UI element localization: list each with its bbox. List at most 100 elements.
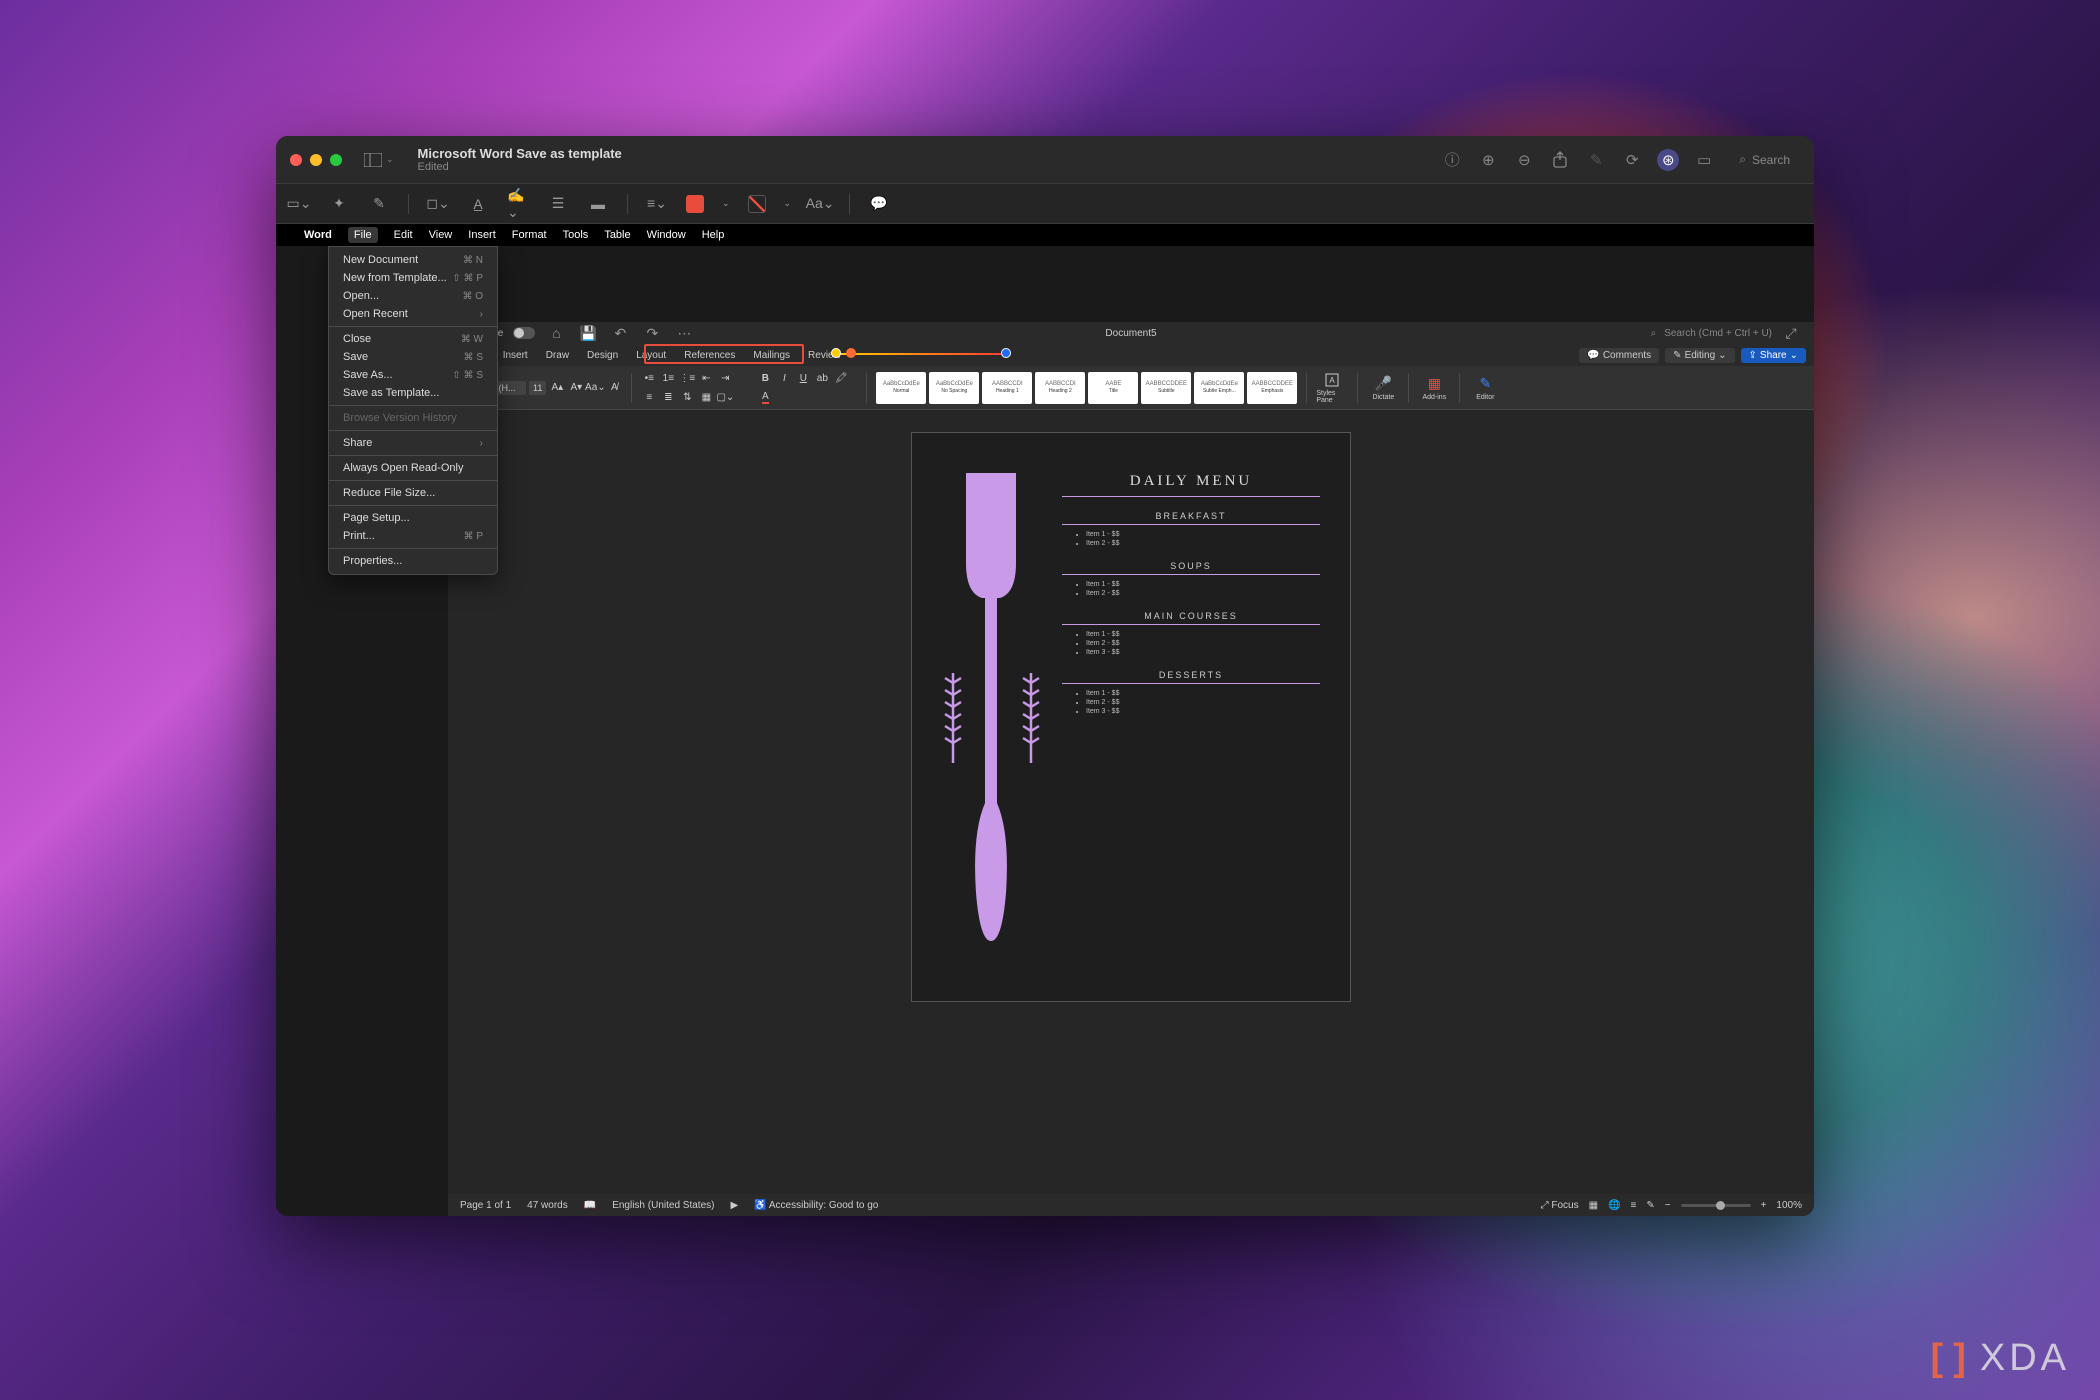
redact-icon[interactable]: ▬ [587,193,609,215]
menubar-table[interactable]: Table [604,229,630,241]
style-title[interactable]: AABETitle [1088,372,1138,404]
bold-icon[interactable]: B [757,370,773,386]
shapes-icon[interactable]: ◻⌄ [427,193,449,215]
home-icon[interactable]: ⌂ [545,322,567,344]
text-style-icon[interactable]: Aa⌄ [809,193,831,215]
style-no-spacing[interactable]: AaBbCcDdEeNo Spacing [929,372,979,404]
tab-design[interactable]: Design [585,348,620,363]
file-menu-always-open-read-only[interactable]: Always Open Read-Only [329,459,497,477]
rotate-icon[interactable]: ⟳ [1621,149,1643,171]
file-menu-new-from-template[interactable]: New from Template...⇧ ⌘ P [329,269,497,287]
decrease-indent-icon[interactable]: ⇤ [698,370,714,386]
editing-mode-button[interactable]: ✎Editing⌄ [1665,348,1734,363]
bullets-icon[interactable]: •≡ [641,370,657,386]
shading-icon[interactable]: ▦ [698,389,714,405]
view-web-icon[interactable]: 🌐 [1608,1200,1620,1211]
spellcheck-icon[interactable]: 📖 [584,1200,596,1211]
font-color-icon[interactable]: A [757,389,773,405]
menubar-view[interactable]: View [429,229,453,241]
menubar-window[interactable]: Window [647,229,686,241]
menubar-app-name[interactable]: Word [304,229,332,241]
underline-icon[interactable]: U [795,370,811,386]
language-indicator[interactable]: English (United States) [612,1200,714,1211]
style-heading-1[interactable]: AABBCCDIHeading 1 [982,372,1032,404]
annotation-start-node[interactable] [831,348,841,358]
redo-icon[interactable]: ↷ [641,322,663,344]
zoom-out-icon[interactable]: − [1665,1200,1671,1211]
file-menu-new-document[interactable]: New Document⌘ N [329,251,497,269]
annotate-mode-icon[interactable]: ⊛ [1657,149,1679,171]
fill-color-swatch[interactable] [748,195,766,213]
editor-button[interactable]: ✎ Editor [1469,375,1501,401]
zoom-in-icon[interactable]: + [1761,1200,1767,1211]
search-field[interactable]: ⌕ Search [1729,149,1800,170]
share-icon[interactable] [1549,149,1571,171]
annotation-arrow[interactable] [836,353,1006,355]
menubar-format[interactable]: Format [512,229,547,241]
borders-icon[interactable]: ▢⌄ [717,389,733,405]
annotation-mid-node[interactable] [846,348,856,358]
pencil-icon[interactable]: ✎ [368,193,390,215]
save-icon[interactable]: 💾 [577,322,599,344]
file-menu-reduce-file-size[interactable]: Reduce File Size... [329,484,497,502]
increase-indent-icon[interactable]: ⇥ [717,370,733,386]
line-style-icon[interactable]: ≡⌄ [646,193,668,215]
sign-icon[interactable]: ✍⌄ [507,193,529,215]
zoom-in-icon[interactable]: ⊕ [1477,149,1499,171]
undo-icon[interactable]: ↶ [609,322,631,344]
crop-icon[interactable]: ▭ [1693,149,1715,171]
word-count[interactable]: 47 words [527,1200,568,1211]
info-icon[interactable]: ⓘ [1441,149,1463,171]
clear-format-icon[interactable]: A̸ [606,380,622,396]
font-size-selector[interactable]: 11 [529,381,546,395]
selection-tool-icon[interactable]: ▭⌄ [288,193,310,215]
align-center-icon[interactable]: ≣ [660,389,676,405]
file-menu-save-as-template[interactable]: Save as Template... [329,384,497,402]
menubar-file[interactable]: File [348,227,378,243]
view-outline-icon[interactable]: ≡ [1631,1200,1637,1211]
annotation-end-node[interactable] [1001,348,1011,358]
zoom-out-icon[interactable]: ⊖ [1513,149,1535,171]
italic-icon[interactable]: I [776,370,792,386]
menubar-help[interactable]: Help [702,229,725,241]
styles-pane-button[interactable]: A Styles Pane [1316,372,1348,404]
macro-icon[interactable]: ▶ [730,1200,738,1211]
file-menu-properties[interactable]: Properties... [329,552,497,570]
menubar-insert[interactable]: Insert [468,229,496,241]
page-indicator[interactable]: Page 1 of 1 [460,1200,511,1211]
sidebar-toggle-icon[interactable]: ⌄ [364,153,394,167]
autosave-toggle[interactable] [513,327,535,339]
word-search-field[interactable]: Search (Cmd + Ctrl + U) [1664,328,1772,339]
file-menu-save[interactable]: Save⌘ S [329,348,497,366]
decrease-font-icon[interactable]: A▾ [568,380,584,396]
fullscreen-button[interactable] [330,154,342,166]
style-heading-2[interactable]: AABBCCDIHeading 2 [1035,372,1085,404]
file-menu-page-setup[interactable]: Page Setup... [329,509,497,527]
view-draft-icon[interactable]: ✎ [1646,1200,1654,1211]
file-menu-share[interactable]: Share› [329,434,497,452]
dictate-button[interactable]: 🎤 Dictate [1367,375,1399,401]
zoom-level[interactable]: 100% [1776,1200,1802,1211]
close-button[interactable] [290,154,302,166]
instant-alpha-icon[interactable]: ✦ [328,193,350,215]
focus-mode[interactable]: ⤢ Focus [1541,1200,1579,1211]
menubar-tools[interactable]: Tools [563,229,589,241]
markup-icon[interactable]: ✎ [1585,149,1607,171]
accessibility-indicator[interactable]: ♿ Accessibility: Good to go [754,1200,878,1211]
style-emphasis[interactable]: AABBCCDDEEEmphasis [1247,372,1297,404]
style-subtitle[interactable]: AABBCCDDEESubtitle [1141,372,1191,404]
word-document-area[interactable]: DAILY MENU BREAKFASTItem 1 - $$Item 2 - … [448,410,1814,1194]
style-subtle-emph-[interactable]: AaBbCcDdEeSubtle Emph... [1194,372,1244,404]
file-menu-print[interactable]: Print...⌘ P [329,527,497,545]
multilevel-icon[interactable]: ⋮≡ [679,370,695,386]
tab-insert[interactable]: Insert [501,348,530,363]
minimize-button[interactable] [310,154,322,166]
file-menu-close[interactable]: Close⌘ W [329,330,497,348]
file-menu-open[interactable]: Open...⌘ O [329,287,497,305]
line-spacing-icon[interactable]: ⇅ [679,389,695,405]
align-left-icon[interactable]: ≡ [641,389,657,405]
file-menu-save-as[interactable]: Save As...⇧ ⌘ S [329,366,497,384]
ribbon-collapse-icon[interactable]: ⤢ [1780,322,1802,344]
tab-draw[interactable]: Draw [544,348,571,363]
zoom-slider[interactable] [1681,1204,1751,1207]
